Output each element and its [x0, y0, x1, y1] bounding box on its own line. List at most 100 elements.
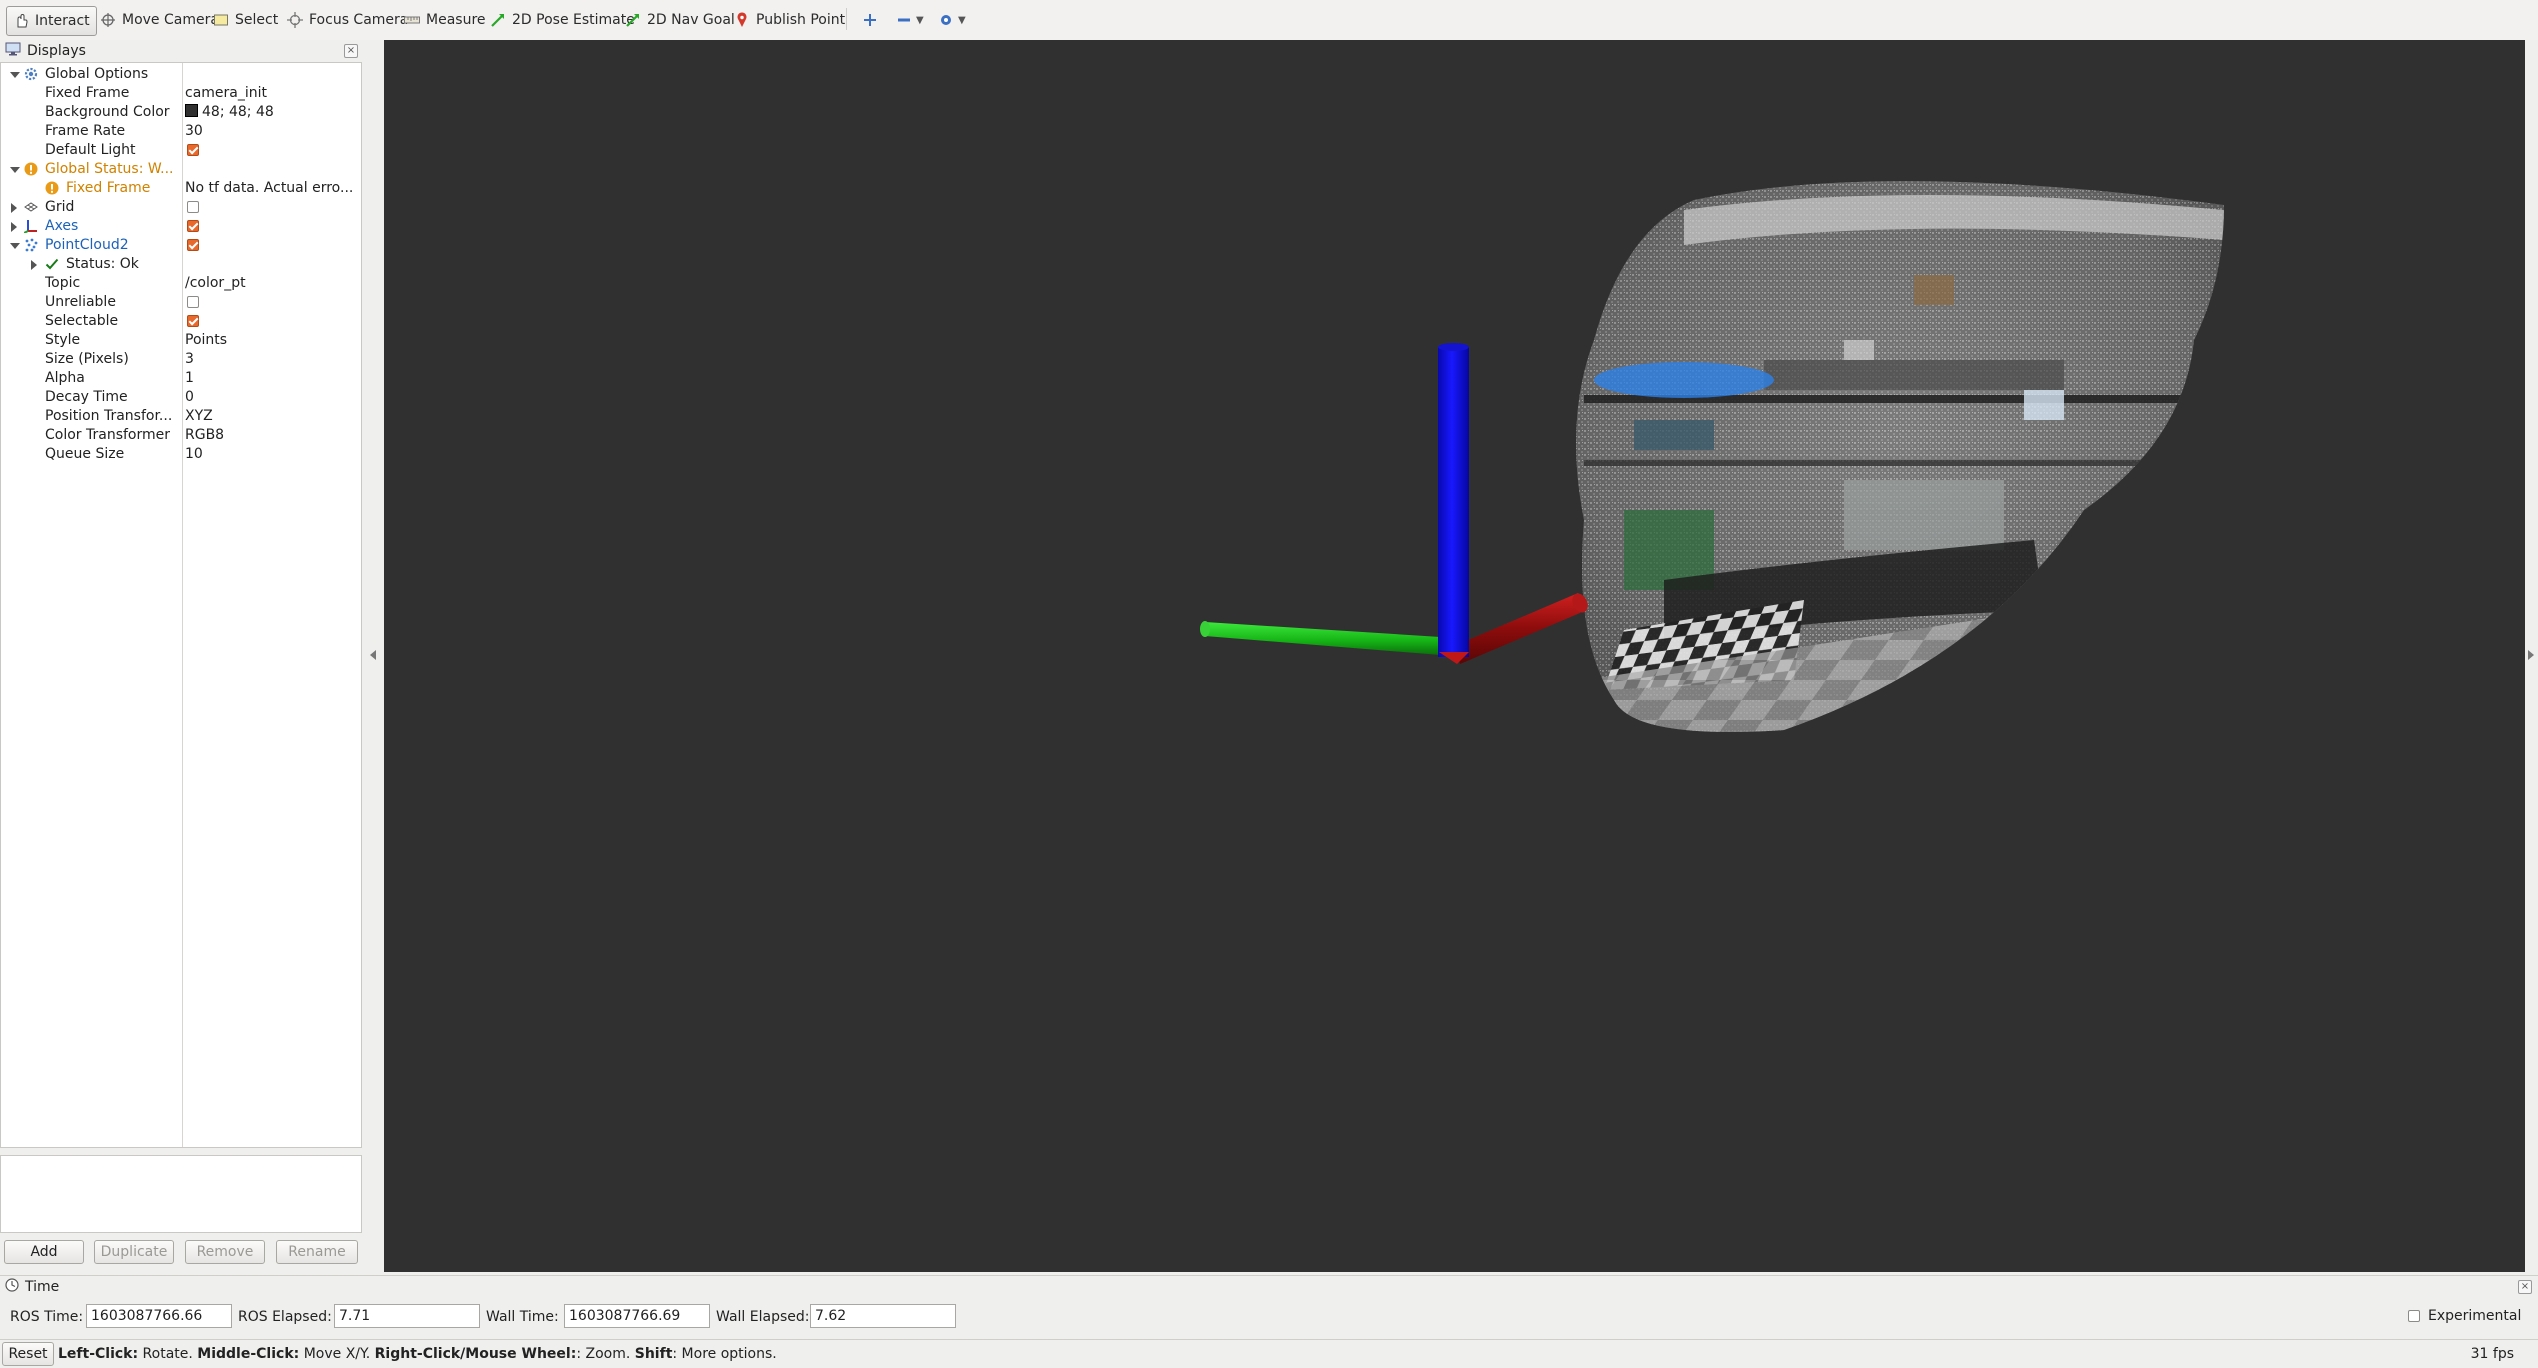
property-label: Alpha	[45, 370, 85, 386]
property-value[interactable]: 0	[185, 388, 355, 407]
plus-move-icon	[862, 12, 878, 28]
tree-row-status-fixed-frame[interactable]: Fixed Frame No tf data. Actual erro...	[1, 179, 361, 198]
expand-arrow-icon[interactable]	[11, 222, 17, 232]
property-value[interactable]: camera_init	[185, 84, 355, 103]
rename-display-button[interactable]: Rename	[276, 1240, 358, 1264]
tree-row-pointcloud2[interactable]: PointCloud2	[1, 236, 361, 255]
close-icon[interactable]: ×	[344, 44, 358, 58]
ros-elapsed-field[interactable]: 7.71	[334, 1304, 480, 1328]
property-label: Default Light	[45, 142, 136, 158]
status-ok-label: Status: Ok	[66, 256, 139, 272]
ros-time-field[interactable]: 1603087766.66	[86, 1304, 232, 1328]
tree-row-unreliable[interactable]: Unreliable	[1, 293, 361, 312]
default-light-checkbox[interactable]	[187, 144, 199, 156]
move-camera-tool-button[interactable]: Move Camera	[94, 6, 225, 34]
unreliable-checkbox[interactable]	[187, 296, 199, 308]
right-splitter[interactable]	[2525, 40, 2538, 1272]
duplicate-display-button[interactable]: Duplicate	[94, 1240, 174, 1264]
property-label: Unreliable	[45, 294, 116, 310]
tree-row-decay-time[interactable]: Decay Time 0	[1, 388, 361, 407]
point-cloud	[1576, 181, 2224, 733]
hint-left-click: Left-Click:	[58, 1346, 139, 1362]
measure-tool-button[interactable]: Measure	[398, 6, 492, 34]
property-label: Decay Time	[45, 389, 128, 405]
tree-row-position-transformer[interactable]: Position Transfor... XYZ	[1, 407, 361, 426]
tree-row-style[interactable]: Style Points	[1, 331, 361, 350]
camera-view-dropdown[interactable]: ▼	[932, 6, 972, 34]
add-display-button[interactable]: Add	[4, 1240, 84, 1264]
add-tool-button[interactable]	[856, 6, 884, 34]
tree-row-queue-size[interactable]: Queue Size 10	[1, 445, 361, 464]
displays-panel: Displays × Global Options Fixed Frame ca…	[0, 40, 362, 1272]
wall-time-field[interactable]: 1603087766.69	[564, 1304, 710, 1328]
select-rectangle-icon	[213, 12, 229, 28]
displays-panel-header: Displays ×	[0, 40, 362, 62]
property-label: Selectable	[45, 313, 119, 329]
expand-arrow-icon[interactable]	[31, 260, 37, 270]
status-value: No tf data. Actual erro...	[185, 180, 354, 196]
tree-row-fixed-frame[interactable]: Fixed Frame camera_init	[1, 84, 361, 103]
property-value[interactable]: 1	[185, 369, 355, 388]
property-label: Size (Pixels)	[45, 351, 129, 367]
displays-tree: Global Options Fixed Frame camera_init B…	[0, 62, 362, 1148]
tree-row-frame-rate[interactable]: Frame Rate 30	[1, 122, 361, 141]
interact-tool-button[interactable]: Interact	[6, 6, 97, 36]
hint-shift: Shift	[634, 1346, 673, 1362]
wall-elapsed-label: Wall Elapsed:	[716, 1309, 810, 1325]
tree-row-selectable[interactable]: Selectable	[1, 312, 361, 331]
monitor-icon	[5, 42, 21, 60]
expand-right-icon[interactable]	[2528, 650, 2534, 660]
remove-tool-dropdown[interactable]: ▼	[890, 6, 930, 34]
tree-row-status-ok[interactable]: Status: Ok	[1, 255, 361, 274]
publish-point-tool-button[interactable]: Publish Point	[728, 6, 851, 34]
property-value[interactable]: 10	[185, 445, 355, 464]
select-tool-button[interactable]: Select	[207, 6, 284, 34]
clock-icon	[5, 1278, 19, 1296]
reset-button[interactable]: Reset	[2, 1342, 54, 1366]
expand-arrow-icon[interactable]	[10, 243, 20, 249]
status-bar: Reset Left-Click: Rotate. Middle-Click: …	[0, 1339, 2538, 1368]
tree-row-alpha[interactable]: Alpha 1	[1, 369, 361, 388]
tree-row-topic[interactable]: Topic /color_pt	[1, 274, 361, 293]
left-splitter[interactable]	[362, 40, 384, 1272]
tree-row-grid[interactable]: Grid	[1, 198, 361, 217]
pointcloud-icon	[24, 238, 38, 252]
focus-camera-tool-button[interactable]: Focus Camera	[281, 6, 414, 34]
collapse-left-icon[interactable]	[370, 650, 376, 660]
expand-arrow-icon[interactable]	[10, 167, 20, 173]
axes-icon	[23, 219, 38, 234]
close-icon[interactable]: ×	[2518, 1280, 2532, 1294]
tree-row-default-light[interactable]: Default Light	[1, 141, 361, 160]
property-value[interactable]: RGB8	[185, 426, 355, 445]
expand-arrow-icon[interactable]	[11, 203, 17, 213]
wall-elapsed-field[interactable]: 7.62	[810, 1304, 956, 1328]
time-panel-header: Time ×	[0, 1275, 2538, 1298]
warning-icon	[24, 162, 38, 176]
selectable-checkbox[interactable]	[187, 315, 199, 327]
grid-enable-checkbox[interactable]	[187, 201, 199, 213]
render-3d-view[interactable]	[384, 40, 2525, 1272]
tree-row-size-pixels[interactable]: Size (Pixels) 3	[1, 350, 361, 369]
tree-row-global-options[interactable]: Global Options	[1, 65, 361, 84]
property-value[interactable]: /color_pt	[185, 274, 355, 293]
property-value[interactable]: XYZ	[185, 407, 355, 426]
pose-estimate-tool-button[interactable]: 2D Pose Estimate	[484, 6, 641, 34]
tree-row-global-status[interactable]: Global Status: W...	[1, 160, 361, 179]
property-label: Frame Rate	[45, 123, 126, 139]
tree-row-axes[interactable]: Axes	[1, 217, 361, 236]
property-value[interactable]: 48; 48; 48	[185, 103, 355, 122]
remove-display-button[interactable]: Remove	[185, 1240, 265, 1264]
experimental-checkbox[interactable]	[2408, 1310, 2420, 1322]
property-label: Topic	[45, 275, 81, 291]
property-value[interactable]: 3	[185, 350, 355, 369]
tree-row-background-color[interactable]: Background Color 48; 48; 48	[1, 103, 361, 122]
pointcloud2-enable-checkbox[interactable]	[187, 239, 199, 251]
property-value[interactable]: 30	[185, 122, 355, 141]
main-toolbar: Interact Move Camera Select Focus Camera…	[0, 0, 2538, 41]
axes-enable-checkbox[interactable]	[187, 220, 199, 232]
expand-arrow-icon[interactable]	[10, 72, 20, 78]
nav-goal-tool-button[interactable]: 2D Nav Goal	[619, 6, 741, 34]
ruler-icon	[404, 12, 420, 28]
property-value[interactable]: Points	[185, 331, 355, 350]
tree-row-color-transformer[interactable]: Color Transformer RGB8	[1, 426, 361, 445]
